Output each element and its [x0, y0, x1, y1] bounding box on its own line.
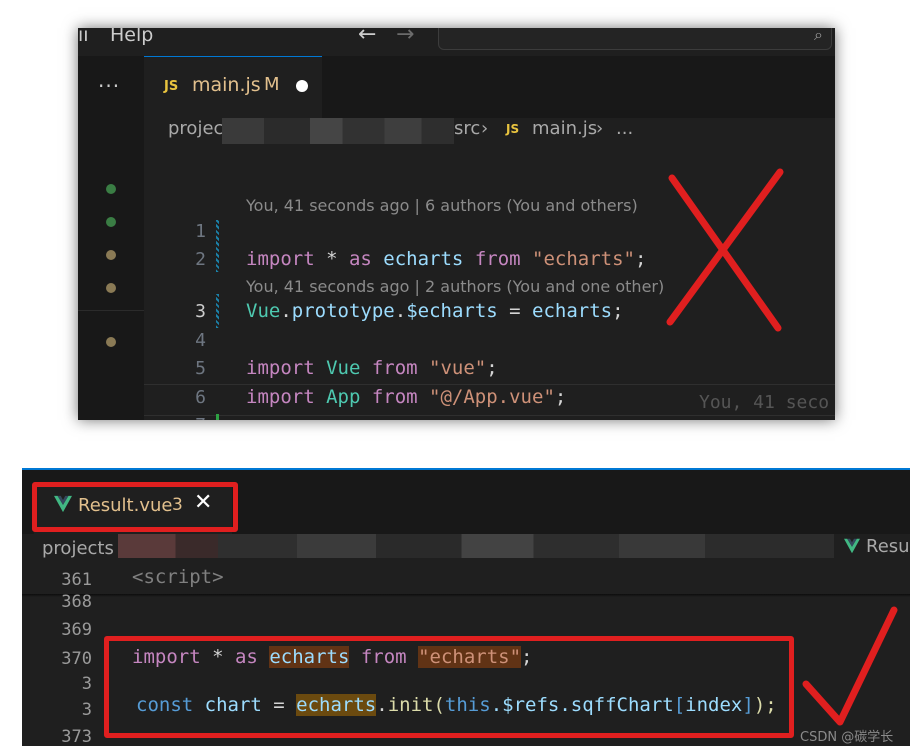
identifier: Vue — [314, 357, 372, 379]
breadcrumb: projects Resu — [22, 534, 910, 564]
line-number: 5 — [195, 358, 206, 379]
line-number: 2 — [195, 249, 206, 270]
line-number: 6 — [195, 387, 206, 408]
code-line-3: Vue.prototype.$echarts = echarts; — [246, 300, 624, 322]
line-number: 7 — [144, 415, 206, 420]
punctuation: ; — [554, 386, 567, 408]
operator: = — [497, 300, 533, 322]
red-cross-mark — [666, 168, 784, 332]
breadcrumb-item-symbols[interactable]: ... — [616, 118, 633, 139]
breadcrumb: projec src › JS main.js › ... — [144, 118, 835, 148]
sticky-scroll-shadow — [22, 594, 910, 597]
punctuation: . — [280, 300, 292, 322]
activity-bar: ··· — [78, 56, 144, 420]
pixelated-path — [118, 534, 834, 558]
identifier: $echarts — [406, 300, 498, 322]
modified-badge: M — [264, 74, 280, 95]
breadcrumb-item-root[interactable]: projec — [168, 118, 223, 139]
code-line-5: import Vue from "vue"; — [246, 357, 498, 379]
chevron-right-icon: › — [481, 118, 489, 139]
line-number: 3 — [81, 700, 92, 720]
menu-item-help[interactable]: Help — [110, 28, 153, 46]
sticky-scroll-line: <script> — [132, 566, 224, 588]
breadcrumb-item-file[interactable]: main.js — [532, 118, 597, 139]
forward-arrow-icon[interactable]: → — [396, 28, 414, 47]
keyword: from — [371, 357, 418, 379]
status-dot-icon — [106, 337, 116, 347]
code-line-2: import * as echarts from "echarts"; — [246, 248, 646, 270]
status-dot-icon — [106, 217, 116, 227]
more-actions-icon[interactable]: ··· — [98, 74, 120, 98]
property: prototype — [291, 300, 395, 322]
string: "echarts" — [520, 248, 635, 270]
line-number: 368 — [61, 592, 92, 612]
line-number: 361 — [61, 570, 92, 590]
chevron-right-icon: › — [596, 118, 604, 139]
keyword: import — [246, 357, 315, 379]
javascript-file-icon: JS — [164, 79, 179, 94]
keyword: import — [246, 386, 315, 408]
status-dot-icon — [106, 250, 116, 260]
line-number: 369 — [61, 620, 92, 640]
gutter-modified-marker — [216, 220, 219, 272]
line-number: 373 — [61, 727, 92, 746]
line-number: 1 — [195, 221, 206, 242]
red-highlight-box-tab — [32, 482, 238, 532]
status-dot-icon — [106, 184, 116, 194]
inline-blame: You, 41 seco — [699, 392, 830, 413]
punctuation: ; — [634, 248, 647, 270]
red-check-mark — [802, 606, 898, 726]
gutter-added-marker — [216, 414, 219, 420]
keyword: from — [371, 386, 418, 408]
vue-file-icon — [844, 538, 860, 554]
keyword: as — [348, 248, 372, 270]
punctuation: . — [394, 300, 407, 322]
identifier: echarts — [371, 248, 475, 270]
line-number: 3 — [81, 674, 92, 694]
punctuation: ; — [612, 300, 624, 322]
punctuation: ; — [486, 357, 498, 379]
breadcrumb-item-src[interactable]: src — [454, 118, 480, 139]
line-number: 4 — [195, 330, 206, 351]
divider — [78, 310, 144, 311]
pixelated-path — [222, 118, 454, 144]
code-line-6: import App from "@/App.vue"; — [246, 386, 566, 408]
keyword: import — [246, 248, 315, 270]
class-name: Vue — [246, 300, 281, 322]
title-bar: ıı Help ← → ⌕ — [78, 28, 835, 56]
blame-codelens[interactable]: You, 41 seconds ago | 6 authors (You and… — [246, 196, 638, 215]
breadcrumb-item-root[interactable]: projects — [42, 538, 114, 559]
gutter-modified-marker — [216, 294, 219, 328]
keyword: from — [474, 248, 521, 270]
line-number: 370 — [61, 649, 92, 669]
tab-main-js[interactable]: JS main.js M — [144, 56, 322, 119]
command-center-search[interactable]: ⌕ — [438, 28, 832, 50]
tab-strip — [322, 56, 835, 118]
operator: * — [314, 248, 349, 270]
status-dot-icon — [106, 283, 116, 293]
identifier: echarts — [532, 300, 613, 322]
red-highlight-box-code — [104, 636, 794, 738]
menu-item-partial[interactable]: ıı — [78, 28, 89, 46]
string: "@/App.vue" — [417, 386, 555, 408]
string: "vue" — [417, 357, 487, 379]
search-icon: ⌕ — [814, 28, 823, 44]
back-arrow-icon[interactable]: ← — [358, 28, 376, 47]
identifier: App — [314, 386, 372, 408]
unsaved-dot-icon[interactable] — [296, 80, 308, 92]
tab-label: main.js — [192, 74, 261, 96]
line-number: 3 — [195, 301, 206, 322]
editor-tab-partial[interactable]: Resu — [866, 536, 910, 557]
javascript-file-icon: JS — [506, 122, 520, 136]
blame-codelens[interactable]: You, 41 seconds ago | 2 authors (You and… — [246, 277, 664, 296]
